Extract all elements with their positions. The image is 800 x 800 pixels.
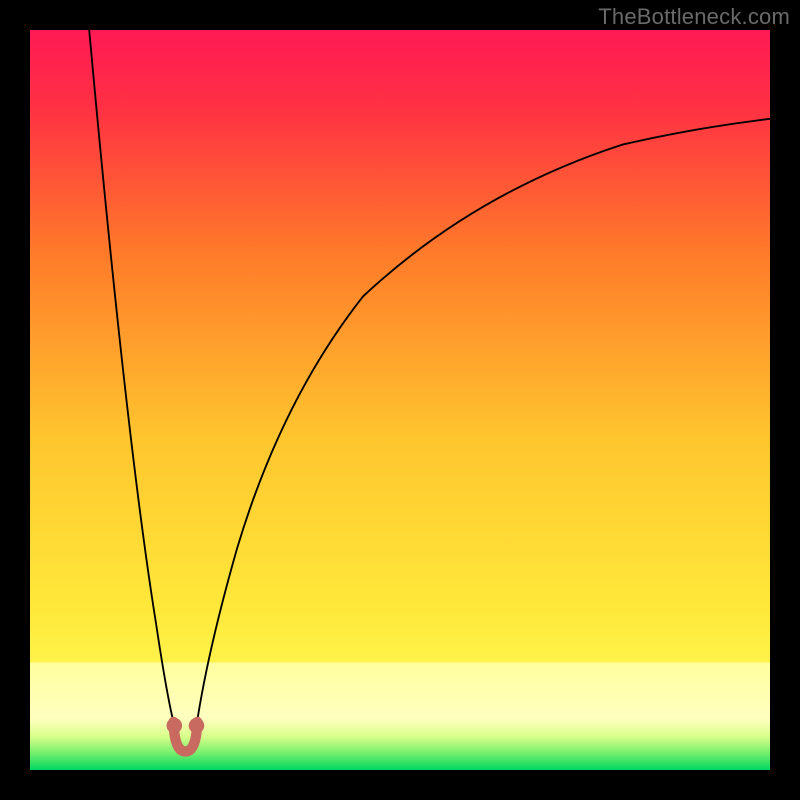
plot-area	[30, 30, 770, 770]
watermark-text: TheBottleneck.com	[598, 4, 790, 30]
chart-frame: TheBottleneck.com	[0, 0, 800, 800]
curve-left-branch	[89, 30, 174, 726]
bottleneck-curve	[30, 30, 770, 770]
curve-right-branch	[197, 119, 771, 726]
marker-min-left	[167, 718, 183, 734]
marker-min-right	[189, 718, 205, 734]
